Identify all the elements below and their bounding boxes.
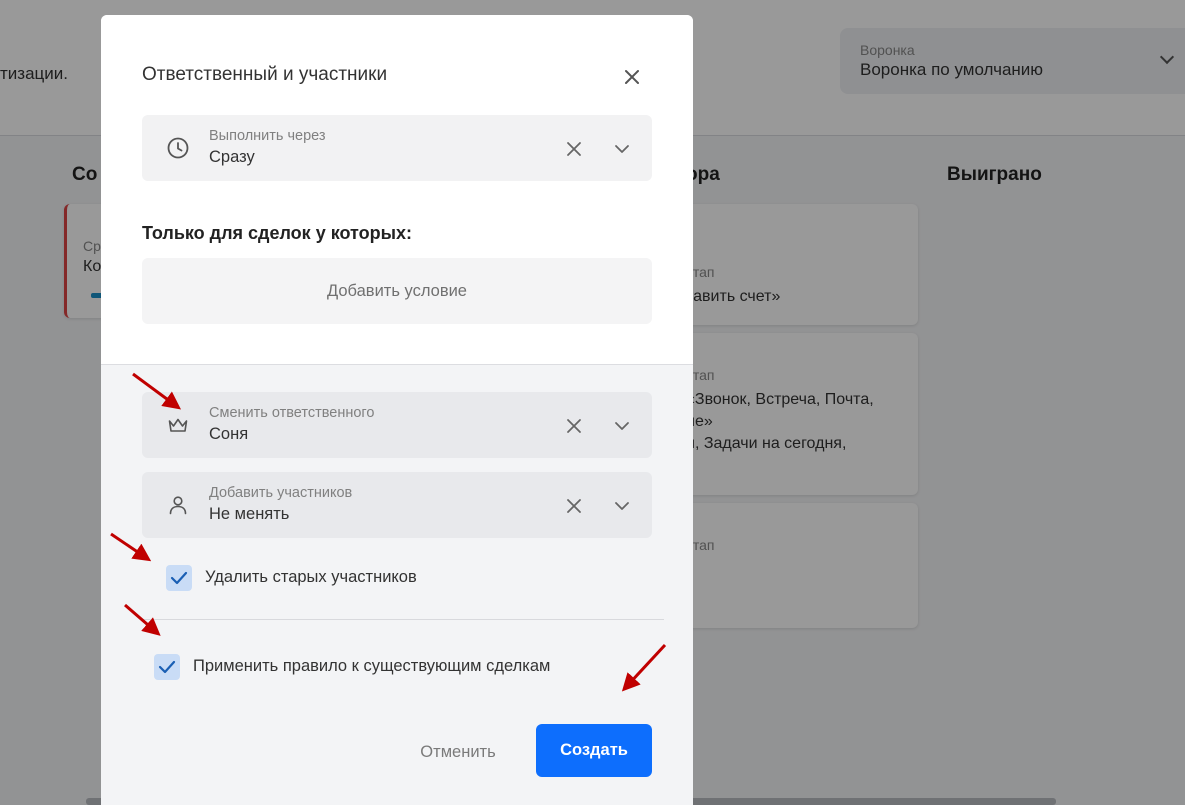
add-participants-select[interactable]: Добавить участников Не менять [142, 472, 652, 538]
field-label: Выполнить через [209, 128, 326, 144]
apply-existing-checkbox[interactable] [154, 654, 180, 680]
close-icon[interactable] [620, 65, 644, 89]
clear-icon[interactable] [564, 496, 584, 516]
field-value: Не менять [209, 505, 290, 523]
field-value: Соня [209, 425, 249, 443]
modal-title: Ответственный и участники [142, 64, 388, 85]
divider [142, 619, 664, 620]
create-button[interactable]: Создать [536, 724, 652, 777]
responsible-participants-modal: Ответственный и участники Выполнить чере… [101, 15, 693, 805]
remove-old-label: Удалить старых участников [205, 568, 417, 586]
clear-icon[interactable] [564, 139, 584, 159]
execute-delay-select[interactable]: Выполнить через Сразу [142, 115, 652, 181]
clock-icon [166, 136, 190, 160]
chevron-down-icon[interactable] [612, 496, 632, 516]
crown-icon [166, 413, 190, 437]
remove-old-checkbox[interactable] [166, 565, 192, 591]
field-label: Добавить участников [209, 485, 353, 501]
chevron-down-icon[interactable] [612, 416, 632, 436]
change-owner-select[interactable]: Сменить ответственного Соня [142, 392, 652, 458]
modal-top-section: Ответственный и участники Выполнить чере… [101, 15, 693, 365]
field-label: Сменить ответственного [209, 405, 375, 421]
user-icon [166, 493, 190, 517]
apply-existing-label: Применить правило к существующим сделкам [193, 657, 551, 675]
chevron-down-icon[interactable] [612, 139, 632, 159]
add-condition-button[interactable]: Добавить условие [142, 258, 652, 324]
cancel-button[interactable]: Отменить [405, 737, 511, 767]
field-value: Сразу [209, 148, 255, 166]
conditions-title: Только для сделок у которых: [142, 223, 412, 243]
clear-icon[interactable] [564, 416, 584, 436]
